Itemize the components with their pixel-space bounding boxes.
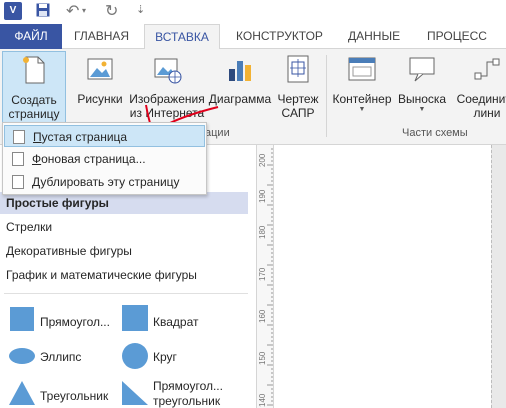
category-decorative[interactable]: Декоративные фигуры (0, 240, 248, 262)
shape-label: Треугольник (40, 389, 109, 403)
group-label-diagram-parts: Части схемы (402, 127, 468, 139)
connector-label-1: Соедините (456, 92, 506, 106)
category-basic-shapes[interactable]: Простые фигуры (0, 192, 248, 214)
right-triangle-icon (122, 381, 148, 405)
create-page-label-1: Создать (11, 93, 57, 107)
circle-icon (122, 343, 148, 369)
container-button[interactable]: Контейнер ▼ (330, 53, 394, 114)
ruler-mark: 190 (258, 189, 267, 203)
ellipse-icon (9, 348, 35, 364)
ribbon-tabs: ФАЙЛ ГЛАВНАЯ ВСТАВКА КОНСТРУКТОР ДАННЫЕ … (0, 24, 506, 50)
menu-item-background-page[interactable]: Фоновая страница... (4, 148, 205, 170)
customize-qat-icon[interactable]: ⇣ (136, 3, 145, 16)
cad-drawing-label-1: Чертеж (277, 92, 319, 106)
menu-accel: П (33, 130, 42, 144)
menu-label: устая страница (41, 130, 128, 144)
chevron-down-icon: ▼ (418, 106, 426, 113)
category-arrows[interactable]: Стрелки (0, 216, 248, 238)
tab-file[interactable]: ФАЙЛ (0, 24, 62, 49)
menu-item-duplicate-page[interactable]: Дублировать эту страницу (4, 171, 205, 193)
shape-label-2: треугольник (153, 394, 221, 408)
connector-label-2: лини (473, 106, 501, 120)
callout-button[interactable]: Выноска ▼ (394, 53, 450, 114)
triangle-icon (9, 381, 35, 405)
online-image-icon (154, 58, 182, 84)
tab-design[interactable]: КОНСТРУКТОР (236, 24, 323, 49)
connector-button[interactable]: Соедините лини (452, 53, 506, 120)
blank-page-icon (13, 130, 25, 144)
duplicate-page-icon (12, 175, 24, 189)
menu-accel: Ф (32, 152, 42, 166)
shape-label: Эллипс (40, 350, 82, 364)
page-edge (491, 145, 506, 408)
cad-drawing-label-2: САПР (281, 106, 315, 120)
quick-access-toolbar: V ↶ ▾ ↻ ⇣ (0, 0, 506, 24)
background-page-icon (12, 152, 24, 166)
drawing-canvas[interactable] (275, 145, 506, 408)
callout-icon (409, 57, 435, 82)
menu-item-blank-page[interactable]: Пустая страница (4, 125, 205, 147)
square-icon (122, 305, 148, 331)
visio-logo-icon: V (4, 2, 22, 20)
tab-process[interactable]: ПРОЦЕСС (427, 24, 487, 49)
chevron-down-icon: ▼ (358, 106, 366, 113)
undo-icon[interactable]: ↶ (66, 1, 79, 21)
rectangle-icon (10, 307, 34, 331)
shape-label: Прямоугол... (40, 315, 110, 329)
ruler-mark: 180 (258, 225, 267, 239)
ruler-mark: 160 (258, 309, 267, 323)
undo-dropdown-icon[interactable]: ▾ (82, 6, 86, 15)
shape-label: Круг (153, 350, 177, 364)
connector-icon (474, 58, 500, 80)
pictures-label: Рисунки (77, 92, 123, 106)
cad-drawing-button[interactable]: Чертеж САПР (274, 53, 322, 120)
ruler-mark: 170 (258, 267, 267, 281)
menu-label: оновая страница... (41, 152, 146, 166)
ruler-mark: 200 (258, 153, 267, 167)
shape-label-1: Прямоугол... (153, 379, 223, 393)
redo-icon[interactable]: ↻ (105, 1, 118, 21)
tab-data[interactable]: ДАННЫЕ (348, 24, 400, 49)
new-page-icon (23, 56, 45, 84)
cad-drawing-icon (287, 55, 309, 83)
shape-label: Квадрат (153, 315, 199, 329)
chart-icon (229, 61, 251, 81)
ruler-mark: 150 (258, 351, 267, 365)
tab-home[interactable]: ГЛАВНАЯ (74, 24, 129, 49)
tab-insert[interactable]: ВСТАВКА (144, 24, 220, 50)
category-graph-math[interactable]: График и математические фигуры (0, 264, 248, 286)
container-icon (348, 57, 376, 81)
menu-label: ублировать эту страницу (40, 175, 180, 189)
create-page-dropdown: Пустая страница Фоновая страница... Дубл… (2, 122, 207, 195)
divider (4, 293, 248, 294)
save-icon[interactable] (36, 3, 50, 17)
create-page-label-2: страницу (8, 107, 60, 121)
vertical-ruler: 200 190 180 170 160 150 140 (256, 145, 274, 408)
container-label: Контейнер (332, 92, 392, 106)
pictures-button[interactable]: Рисунки (74, 53, 126, 106)
ruler-mark: 140 (258, 393, 267, 407)
callout-label: Выноска (397, 92, 447, 106)
group-separator (326, 55, 327, 137)
picture-icon (87, 58, 113, 80)
